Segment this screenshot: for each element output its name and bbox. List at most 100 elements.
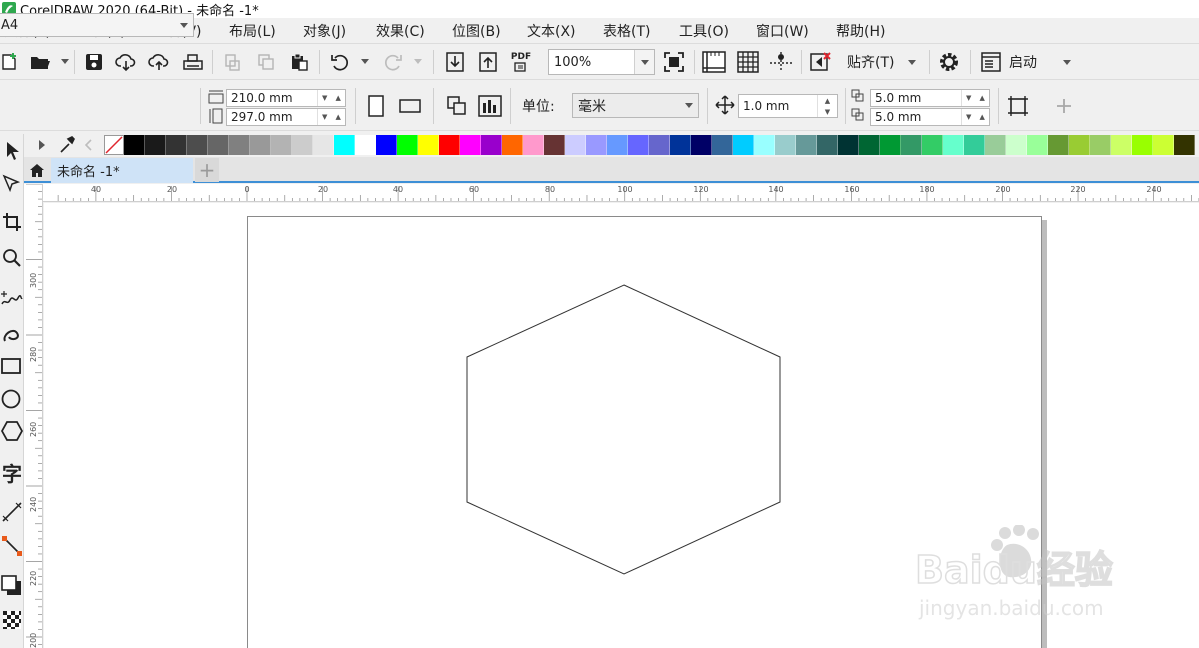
no-color-swatch[interactable] (104, 135, 124, 155)
palette-swatch[interactable] (145, 135, 166, 155)
palette-swatch[interactable] (250, 135, 271, 155)
palette-swatch[interactable] (187, 135, 208, 155)
palette-swatch[interactable] (544, 135, 565, 155)
palette-swatch[interactable] (922, 135, 943, 155)
publish-pdf-icon[interactable]: PDF (508, 49, 534, 75)
palette-swatch[interactable] (775, 135, 796, 155)
print-icon[interactable] (180, 49, 206, 75)
cut-icon[interactable] (219, 49, 245, 75)
import-icon[interactable] (442, 49, 468, 75)
palette-swatch[interactable] (1090, 135, 1111, 155)
chevron-up-icon[interactable]: ▲ (332, 90, 346, 106)
copy-icon[interactable] (253, 49, 279, 75)
palette-swatch[interactable] (229, 135, 250, 155)
snap-to-menu[interactable]: 贴齐(T) (847, 52, 894, 72)
eyedropper-icon[interactable] (59, 136, 75, 158)
portrait-orientation-icon[interactable] (363, 93, 389, 119)
palette-swatch[interactable] (460, 135, 481, 155)
menu-text[interactable]: 文本(X) (527, 21, 576, 41)
show-grid-icon[interactable] (735, 49, 761, 75)
snap-off-icon[interactable] (808, 49, 834, 75)
palette-swatch[interactable] (271, 135, 292, 155)
page-bleed-icon[interactable] (1005, 93, 1031, 119)
palette-swatch[interactable] (817, 135, 838, 155)
palette-scroll-left-icon[interactable] (84, 139, 92, 155)
rectangle-tool-icon[interactable] (0, 352, 24, 380)
menu-tools[interactable]: 工具(O) (679, 21, 729, 41)
all-pages-icon[interactable] (444, 93, 470, 119)
chevron-down-icon[interactable]: ▼ (818, 106, 837, 117)
palette-swatch[interactable] (376, 135, 397, 155)
palette-swatch[interactable] (586, 135, 607, 155)
menu-layout[interactable]: 布局(L) (229, 21, 276, 41)
zoom-level-select[interactable]: 100% (548, 49, 655, 75)
redo-dropdown-icon[interactable] (413, 56, 423, 66)
menu-bitmaps[interactable]: 位图(B) (452, 21, 501, 41)
save-icon[interactable] (81, 49, 107, 75)
palette-swatch[interactable] (502, 135, 523, 155)
current-page-icon[interactable] (477, 93, 503, 119)
palette-swatch[interactable] (1069, 135, 1090, 155)
page-height-field[interactable]: 297.0 mm ▼ ▲ (226, 108, 346, 126)
drop-shadow-tool-icon[interactable] (0, 572, 24, 600)
palette-swatch[interactable] (880, 135, 901, 155)
zoom-tool-icon[interactable] (0, 244, 24, 272)
connector-tool-icon[interactable] (0, 532, 24, 560)
nudge-distance-field[interactable]: 1.0 mm ▲ ▼ (738, 94, 838, 118)
export-icon[interactable] (475, 49, 501, 75)
chevron-down-icon[interactable]: ▼ (318, 90, 332, 106)
palette-swatch[interactable] (607, 135, 628, 155)
menu-help[interactable]: 帮助(H) (836, 21, 885, 41)
paste-icon[interactable] (286, 49, 312, 75)
chevron-up-icon[interactable]: ▲ (818, 95, 837, 106)
chevron-down-icon[interactable]: ▼ (318, 109, 332, 125)
palette-swatch[interactable] (943, 135, 964, 155)
add-preset-plus-icon[interactable] (1051, 93, 1077, 119)
palette-swatch[interactable] (796, 135, 817, 155)
chevron-up-icon[interactable]: ▲ (976, 90, 990, 106)
new-document-icon[interactable] (0, 49, 22, 75)
text-tool-icon[interactable]: 字 (0, 458, 24, 486)
palette-swatch[interactable] (901, 135, 922, 155)
transparency-tool-icon[interactable] (0, 606, 24, 634)
home-icon[interactable] (26, 159, 48, 181)
palette-swatch[interactable] (1153, 135, 1174, 155)
palette-swatch[interactable] (859, 135, 880, 155)
polygon-tool-icon[interactable] (0, 417, 24, 445)
open-folder-icon[interactable] (27, 49, 53, 75)
parallel-dimension-tool-icon[interactable] (0, 498, 24, 526)
palette-swatch[interactable] (712, 135, 733, 155)
chevron-up-icon[interactable]: ▲ (976, 109, 990, 125)
palette-swatch[interactable] (439, 135, 460, 155)
menu-effects[interactable]: 效果(C) (376, 21, 425, 41)
show-guidelines-icon[interactable] (768, 49, 794, 75)
palette-swatch[interactable] (565, 135, 586, 155)
palette-swatch[interactable] (628, 135, 649, 155)
palette-swatch[interactable] (838, 135, 859, 155)
full-screen-preview-icon[interactable] (661, 49, 687, 75)
palette-swatch[interactable] (397, 135, 418, 155)
tab-document[interactable]: 未命名 -1* (51, 158, 193, 183)
shape-tool-icon[interactable] (0, 170, 24, 198)
chevron-up-icon[interactable]: ▲ (332, 109, 346, 125)
palette-swatch[interactable] (754, 135, 775, 155)
palette-swatch[interactable] (523, 135, 544, 155)
open-dropdown-icon[interactable] (60, 56, 70, 66)
hexagon-shape[interactable] (466, 284, 781, 575)
menu-window[interactable]: 窗口(W) (756, 21, 809, 41)
horizontal-ruler[interactable]: 40 20 0 20 40 60 80 100 120 140 160 180 … (43, 184, 1199, 202)
freehand-tool-icon[interactable] (0, 284, 24, 312)
landscape-orientation-icon[interactable] (397, 93, 423, 119)
cloud-upload-icon[interactable] (146, 49, 172, 75)
chevron-down-icon[interactable]: ▼ (962, 109, 976, 125)
add-tab-button[interactable]: + (195, 158, 219, 182)
options-gear-icon[interactable] (936, 49, 962, 75)
palette-swatch[interactable] (649, 135, 670, 155)
crop-tool-icon[interactable] (0, 208, 24, 236)
palette-swatch[interactable] (1174, 135, 1195, 155)
cloud-download-icon[interactable] (113, 49, 139, 75)
palette-swatch[interactable] (124, 135, 145, 155)
show-rulers-icon[interactable] (701, 49, 727, 75)
page-size-select[interactable]: A4 (0, 13, 194, 37)
palette-swatch[interactable] (670, 135, 691, 155)
